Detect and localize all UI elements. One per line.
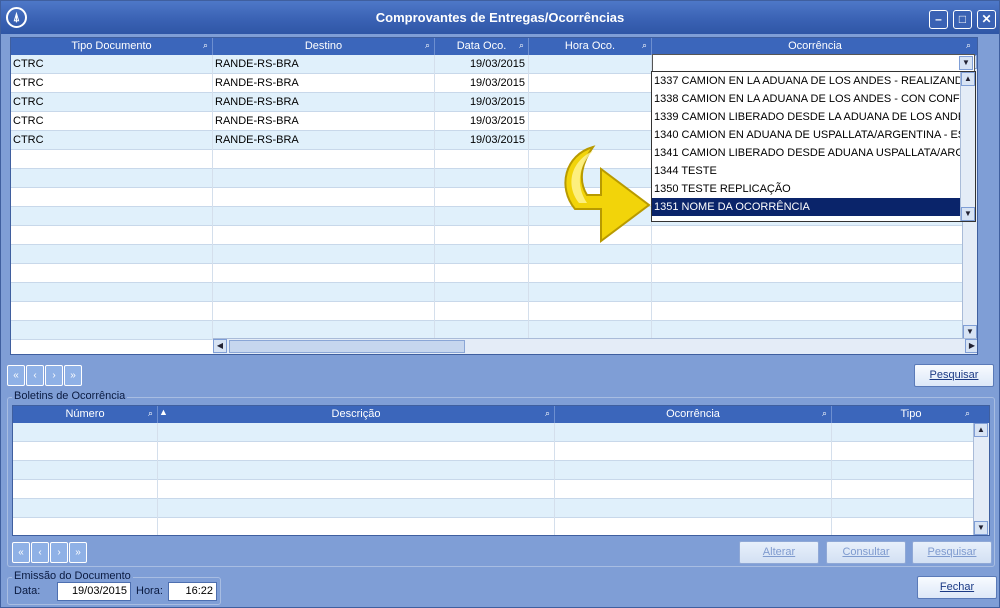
main-window: ⍋ Comprovantes de Entregas/Ocorrências –… xyxy=(0,0,1000,608)
pesquisar-button[interactable]: Pesquisar xyxy=(914,364,994,387)
table-row[interactable] xyxy=(13,461,973,480)
vertical-scrollbar[interactable]: ▲ ▼ xyxy=(973,423,989,535)
window-title: Comprovantes de Entregas/Ocorrências xyxy=(375,10,625,25)
search-icon[interactable]: ⌕ xyxy=(965,408,976,420)
documents-grid-header: Tipo Documento Destino Data Oco. Hora Oc… xyxy=(11,38,977,55)
yellow-arrow-icon xyxy=(564,145,651,243)
scroll-left-icon[interactable]: ◀ xyxy=(213,339,227,353)
cell-destino: RANDE-RS-BRA xyxy=(213,74,435,93)
alterar-button[interactable]: Alterar xyxy=(739,541,819,564)
search-icon[interactable]: ⌕ xyxy=(425,40,436,52)
cell-destino: RANDE-RS-BRA xyxy=(213,131,435,150)
cell-hora xyxy=(529,112,652,131)
emissao-legend: Emissão do Documento xyxy=(12,570,133,582)
scroll-up-icon[interactable]: ▲ xyxy=(974,423,988,437)
search-icon[interactable]: ⌕ xyxy=(203,40,214,52)
cell-hora xyxy=(529,74,652,93)
header-numero[interactable]: Número xyxy=(13,406,158,423)
cell-destino: RANDE-RS-BRA xyxy=(213,93,435,112)
previous-record-button[interactable]: ‹ xyxy=(31,542,49,563)
boletins-grid-header: Número Descrição Ocorrência Tipo ⌕ ▲ ⌕ ⌕… xyxy=(13,406,989,423)
cell-tipo: CTRC xyxy=(11,131,213,150)
table-row[interactable] xyxy=(11,283,963,302)
horizontal-scrollbar[interactable]: ◀ ▶ xyxy=(213,338,977,354)
header-descricao[interactable]: Descrição xyxy=(158,406,555,423)
header-tipo-documento[interactable]: Tipo Documento xyxy=(11,38,213,55)
cell-tipo: CTRC xyxy=(11,112,213,131)
table-row[interactable] xyxy=(11,264,963,283)
header-ocorrencia[interactable]: Ocorrência xyxy=(652,38,977,55)
next-record-button[interactable]: › xyxy=(50,542,68,563)
scroll-down-icon[interactable]: ▼ xyxy=(961,207,975,221)
search-icon[interactable]: ⌕ xyxy=(545,408,556,420)
boletins-legend: Boletins de Ocorrência xyxy=(12,390,128,402)
dropdown-option[interactable]: 1337 CAMION EN LA ADUANA DE LOS ANDES - … xyxy=(652,72,960,90)
dropdown-option[interactable]: 1340 CAMION EN ADUANA DE USPALLATA/ARGEN… xyxy=(652,126,960,144)
header-ocorrencia[interactable]: Ocorrência xyxy=(555,406,832,423)
table-row[interactable] xyxy=(13,499,973,518)
boletins-grid: Número Descrição Ocorrência Tipo ⌕ ▲ ⌕ ⌕… xyxy=(12,405,990,536)
table-row[interactable] xyxy=(13,518,973,535)
dropdown-option[interactable]: 1338 CAMION EN LA ADUANA DE LOS ANDES - … xyxy=(652,90,960,108)
consultar-button[interactable]: Consultar xyxy=(826,541,906,564)
last-record-button[interactable]: » xyxy=(69,542,87,563)
last-record-button[interactable]: » xyxy=(64,365,82,386)
cell-tipo: CTRC xyxy=(11,55,213,74)
search-icon[interactable]: ⌕ xyxy=(966,40,977,52)
fechar-button[interactable]: Fechar xyxy=(917,576,997,599)
table-row[interactable] xyxy=(11,302,963,321)
cell-destino: RANDE-RS-BRA xyxy=(213,55,435,74)
first-record-button[interactable]: « xyxy=(12,542,30,563)
hora-label: Hora: xyxy=(136,585,163,597)
search-icon[interactable]: ⌕ xyxy=(148,408,159,420)
table-row[interactable] xyxy=(11,226,963,245)
table-row[interactable] xyxy=(11,245,963,264)
search-icon[interactable]: ⌕ xyxy=(642,40,653,52)
ocorrencia-combobox[interactable]: ▼ xyxy=(652,54,975,72)
minimize-button[interactable]: – xyxy=(929,10,948,29)
scroll-up-icon[interactable]: ▲ xyxy=(961,72,975,86)
search-icon[interactable]: ⌕ xyxy=(822,408,833,420)
scroll-down-icon[interactable]: ▼ xyxy=(974,521,988,535)
cell-tipo: CTRC xyxy=(11,93,213,112)
scroll-right-icon[interactable]: ▶ xyxy=(965,339,977,353)
dropdown-option[interactable]: 1344 TESTE xyxy=(652,162,960,180)
dropdown-arrow-icon[interactable]: ▼ xyxy=(959,56,973,70)
dropdown-option[interactable]: 1339 CAMION LIBERADO DESDE LA ADUANA DE … xyxy=(652,108,960,126)
header-data-oco[interactable]: Data Oco. xyxy=(435,38,529,55)
cell-hora xyxy=(529,93,652,112)
cell-destino: RANDE-RS-BRA xyxy=(213,112,435,131)
next-record-button[interactable]: › xyxy=(45,365,63,386)
table-row[interactable] xyxy=(13,442,973,461)
cell-tipo: CTRC xyxy=(11,74,213,93)
dropdown-option-selected[interactable]: 1351 NOME DA OCORRÊNCIA xyxy=(652,198,960,216)
header-destino[interactable]: Destino xyxy=(213,38,435,55)
table-row[interactable] xyxy=(13,423,973,442)
cell-data: 19/03/2015 xyxy=(435,112,529,131)
dropdown-scrollbar[interactable]: ▲ ▼ xyxy=(960,72,975,221)
scroll-down-icon[interactable]: ▼ xyxy=(963,325,977,339)
dropdown-option[interactable]: 1350 TESTE REPLICAÇÃO xyxy=(652,180,960,198)
data-field[interactable]: 19/03/2015 xyxy=(57,582,131,601)
maximize-button[interactable]: □ xyxy=(953,10,972,29)
data-label: Data: xyxy=(14,585,41,597)
close-window-button[interactable]: ✕ xyxy=(977,10,996,29)
sort-asc-icon[interactable]: ▲ xyxy=(159,407,170,419)
cell-data: 19/03/2015 xyxy=(435,74,529,93)
hora-field[interactable]: 16:22 xyxy=(168,582,217,601)
cell-hora xyxy=(529,55,652,74)
dropdown-option[interactable]: 1341 CAMION LIBERADO DESDE ADUANA USPALL… xyxy=(652,144,960,162)
title-bar: ⍋ Comprovantes de Entregas/Ocorrências –… xyxy=(1,1,999,34)
cell-data: 19/03/2015 xyxy=(435,55,529,74)
scroll-thumb[interactable] xyxy=(229,340,465,353)
ocorrencia-dropdown-list[interactable]: 1337 CAMION EN LA ADUANA DE LOS ANDES - … xyxy=(651,71,976,222)
pesquisar-boletins-button[interactable]: Pesquisar xyxy=(912,541,992,564)
table-row[interactable] xyxy=(13,480,973,499)
cell-data: 19/03/2015 xyxy=(435,93,529,112)
cell-data: 19/03/2015 xyxy=(435,131,529,150)
first-record-button[interactable]: « xyxy=(7,365,25,386)
header-hora-oco[interactable]: Hora Oco. xyxy=(529,38,652,55)
search-icon[interactable]: ⌕ xyxy=(519,40,530,52)
previous-record-button[interactable]: ‹ xyxy=(26,365,44,386)
